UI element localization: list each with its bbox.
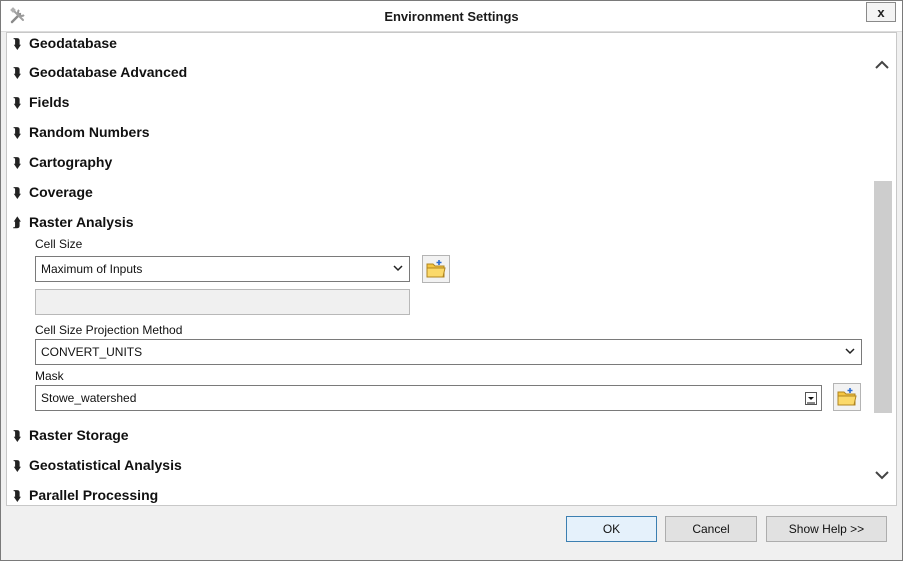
- chevron-double-down-icon: ⮯: [13, 428, 21, 443]
- projection-method-dropdown[interactable]: CONVERT_UNITS: [35, 339, 862, 365]
- section-geostatistical-analysis[interactable]: ⮯ Geostatistical Analysis: [13, 457, 182, 477]
- open-folder-icon: [426, 260, 446, 278]
- chevron-double-down-icon: ⮯: [13, 95, 21, 110]
- section-label: Random Numbers: [29, 124, 150, 140]
- chevron-double-down-icon: ⮯: [13, 125, 21, 140]
- ok-button[interactable]: OK: [566, 516, 657, 542]
- section-label: Geodatabase Advanced: [29, 64, 188, 80]
- cell-size-browse-button[interactable]: [422, 255, 450, 283]
- cell-size-dropdown[interactable]: Maximum of Inputs: [35, 256, 410, 282]
- section-raster-analysis[interactable]: ⮭ Raster Analysis: [13, 214, 134, 234]
- mask-dropdown[interactable]: Stowe_watershed: [35, 385, 822, 411]
- section-raster-storage[interactable]: ⮯ Raster Storage: [13, 427, 129, 447]
- window-title: Environment Settings: [384, 9, 519, 24]
- section-geodatabase[interactable]: ⮯ Geodatabase: [13, 35, 117, 55]
- mask-label: Mask: [35, 369, 64, 383]
- scroll-up-icon[interactable]: [870, 55, 894, 75]
- section-parallel-processing[interactable]: ⮯ Parallel Processing: [13, 487, 159, 505]
- chevron-down-icon: [845, 348, 855, 355]
- section-label: Coverage: [29, 184, 93, 200]
- cell-size-text-field[interactable]: [35, 289, 410, 315]
- settings-panel[interactable]: ⮯ Geodatabase ⮯ Geodatabase Advanced ⮯ Fiel…: [6, 32, 897, 506]
- close-button[interactable]: x: [866, 2, 896, 22]
- mask-value: Stowe_watershed: [41, 391, 137, 405]
- section-cartography[interactable]: ⮯ Cartography: [13, 154, 112, 174]
- section-label: Raster Analysis: [29, 214, 134, 230]
- chevron-double-down-icon: ⮯: [13, 65, 21, 80]
- section-random-numbers[interactable]: ⮯ Random Numbers: [13, 124, 150, 144]
- section-label: Geodatabase: [29, 35, 117, 51]
- section-label: Raster Storage: [29, 427, 129, 443]
- chevron-down-icon: [393, 265, 403, 272]
- chevron-double-down-icon: ⮯: [13, 458, 21, 473]
- cell-size-label: Cell Size: [35, 237, 83, 251]
- section-fields[interactable]: ⮯ Fields: [13, 94, 69, 114]
- cancel-button[interactable]: Cancel: [665, 516, 757, 542]
- chevron-double-up-icon: ⮭: [13, 215, 21, 230]
- section-coverage[interactable]: ⮯ Coverage: [13, 184, 93, 204]
- section-label: Cartography: [29, 154, 113, 170]
- scrollbar-thumb[interactable]: [874, 181, 892, 413]
- open-folder-icon: [837, 388, 857, 406]
- chevron-double-down-icon: ⮯: [13, 155, 21, 170]
- scroll-down-icon[interactable]: [870, 465, 894, 485]
- environment-settings-dialog: Environment Settings x ⮯ Geodatabase ⮯ Geo…: [0, 0, 903, 561]
- projection-method-label: Cell Size Projection Method: [35, 323, 183, 337]
- chevron-double-down-icon: ⮯: [13, 488, 21, 503]
- cell-size-value: Maximum of Inputs: [41, 262, 143, 276]
- section-label: Parallel Processing: [29, 487, 159, 503]
- section-label: Geostatistical Analysis: [29, 457, 182, 473]
- title-bar: Environment Settings x: [1, 1, 902, 32]
- section-geodatabase-advanced[interactable]: ⮯ Geodatabase Advanced: [13, 64, 187, 84]
- chevron-double-down-icon: ⮯: [13, 185, 21, 200]
- dropdown-arrow-icon: [805, 392, 817, 405]
- projection-method-value: CONVERT_UNITS: [41, 345, 143, 359]
- show-help-button[interactable]: Show Help >>: [766, 516, 887, 542]
- section-label: Fields: [29, 94, 70, 110]
- chevron-double-down-icon: ⮯: [13, 36, 21, 51]
- mask-browse-button[interactable]: [833, 383, 861, 411]
